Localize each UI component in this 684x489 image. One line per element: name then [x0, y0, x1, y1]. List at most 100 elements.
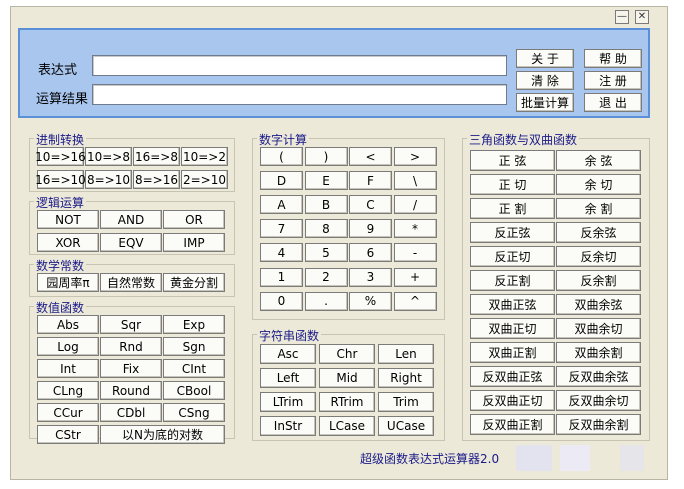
btn-2to10[interactable]: 2=>10: [181, 170, 228, 189]
btn-cstr[interactable]: CStr: [37, 425, 99, 444]
digit-button-10[interactable]: C: [349, 195, 392, 215]
btn-cbool[interactable]: CBool: [163, 381, 225, 400]
trig-button-20[interactable]: 反双曲正切: [470, 390, 555, 411]
trig-button-8[interactable]: 反正切: [470, 246, 555, 267]
digit-button-0[interactable]: (: [260, 147, 303, 166]
string-button-9[interactable]: InStr: [260, 416, 316, 436]
trig-button-23[interactable]: 反双曲余割: [556, 414, 641, 435]
digit-button-12[interactable]: 7: [260, 219, 303, 239]
digit-button-18[interactable]: 6: [349, 243, 392, 263]
help-button[interactable]: 帮 助: [584, 49, 642, 68]
trig-button-0[interactable]: 正 弦: [470, 150, 555, 171]
trig-button-4[interactable]: 正 割: [470, 198, 555, 219]
digit-button-14[interactable]: 9: [349, 219, 392, 239]
about-button[interactable]: 关 于: [516, 49, 574, 68]
digit-button-9[interactable]: B: [304, 195, 348, 215]
digit-button-8[interactable]: A: [260, 195, 303, 215]
btn-10to16[interactable]: 10=>16: [35, 147, 86, 166]
digit-button-1[interactable]: ): [304, 147, 348, 166]
string-button-5[interactable]: Right: [378, 368, 434, 388]
digit-button-6[interactable]: F: [349, 171, 392, 191]
trig-button-5[interactable]: 余 割: [556, 198, 641, 219]
btn-xor[interactable]: XOR: [37, 233, 99, 252]
btn-exp[interactable]: Exp: [163, 315, 225, 334]
trig-button-16[interactable]: 双曲正割: [470, 342, 555, 363]
string-button-3[interactable]: Left: [260, 368, 316, 388]
btn-or[interactable]: OR: [163, 210, 225, 229]
string-button-2[interactable]: Len: [378, 344, 434, 364]
digit-button-11[interactable]: /: [393, 195, 437, 215]
btn-int[interactable]: Int: [37, 359, 99, 378]
digit-button-21[interactable]: 2: [304, 267, 348, 287]
digit-button-20[interactable]: 1: [260, 267, 303, 287]
minimize-button[interactable]: —: [615, 10, 629, 24]
close-button[interactable]: ✕: [635, 10, 649, 24]
btn-10to8[interactable]: 10=>8: [85, 147, 132, 166]
digit-button-17[interactable]: 5: [304, 243, 348, 263]
btn-not[interactable]: NOT: [37, 210, 99, 229]
string-button-8[interactable]: Trim: [378, 392, 434, 412]
digit-button-15[interactable]: *: [393, 219, 437, 239]
btn-sqr[interactable]: Sqr: [100, 315, 162, 334]
btn-e[interactable]: 自然常数: [100, 273, 162, 292]
digit-button-24[interactable]: 0: [260, 291, 303, 311]
string-button-11[interactable]: UCase: [378, 416, 434, 436]
btn-golden[interactable]: 黄金分割: [163, 273, 225, 292]
trig-button-9[interactable]: 反余切: [556, 246, 641, 267]
btn-log[interactable]: Log: [37, 337, 99, 356]
string-button-7[interactable]: RTrim: [319, 392, 375, 412]
batch-calc-button[interactable]: 批量计算: [516, 93, 574, 112]
btn-log-base-n[interactable]: 以N为底的对数: [100, 425, 225, 444]
expression-input[interactable]: [92, 55, 507, 76]
trig-button-14[interactable]: 双曲正切: [470, 318, 555, 339]
digit-button-27[interactable]: ^: [393, 291, 437, 311]
btn-16to8[interactable]: 16=>8: [133, 147, 180, 166]
btn-and[interactable]: AND: [100, 210, 162, 229]
result-field[interactable]: [92, 84, 507, 105]
trig-button-7[interactable]: 反余弦: [556, 222, 641, 243]
trig-button-22[interactable]: 反双曲正割: [470, 414, 555, 435]
digit-button-16[interactable]: 4: [260, 243, 303, 263]
digit-button-23[interactable]: +: [393, 267, 437, 287]
digit-button-2[interactable]: <: [349, 147, 392, 166]
trig-button-3[interactable]: 余 切: [556, 174, 641, 195]
digit-button-3[interactable]: >: [393, 147, 437, 166]
trig-button-15[interactable]: 双曲余切: [556, 318, 641, 339]
btn-cint[interactable]: CInt: [163, 359, 225, 378]
string-button-6[interactable]: LTrim: [260, 392, 316, 412]
trig-button-21[interactable]: 反双曲余切: [556, 390, 641, 411]
trig-button-18[interactable]: 反双曲正弦: [470, 366, 555, 387]
btn-csng[interactable]: CSng: [163, 403, 225, 422]
btn-10to2[interactable]: 10=>2: [181, 147, 228, 166]
btn-abs[interactable]: Abs: [37, 315, 99, 334]
trig-button-2[interactable]: 正 切: [470, 174, 555, 195]
digit-button-7[interactable]: \: [393, 171, 437, 191]
digit-button-19[interactable]: -: [393, 243, 437, 263]
trig-button-13[interactable]: 双曲余弦: [556, 294, 641, 315]
register-button[interactable]: 注 册: [584, 71, 642, 90]
trig-button-12[interactable]: 双曲正弦: [470, 294, 555, 315]
trig-button-6[interactable]: 反正弦: [470, 222, 555, 243]
string-button-4[interactable]: Mid: [319, 368, 375, 388]
trig-button-10[interactable]: 反正割: [470, 270, 555, 291]
digit-button-5[interactable]: E: [304, 171, 348, 191]
trig-button-1[interactable]: 余 弦: [556, 150, 641, 171]
trig-button-19[interactable]: 反双曲余弦: [556, 366, 641, 387]
btn-clng[interactable]: CLng: [37, 381, 99, 400]
digit-button-25[interactable]: .: [304, 291, 348, 311]
btn-cdbl[interactable]: CDbl: [100, 403, 162, 422]
digit-button-22[interactable]: 3: [349, 267, 392, 287]
btn-eqv[interactable]: EQV: [100, 233, 162, 252]
string-button-10[interactable]: LCase: [319, 416, 375, 436]
trig-button-17[interactable]: 双曲余割: [556, 342, 641, 363]
digit-button-4[interactable]: D: [260, 171, 303, 191]
btn-round[interactable]: Round: [100, 381, 162, 400]
trig-button-11[interactable]: 反余割: [556, 270, 641, 291]
digit-button-13[interactable]: 8: [304, 219, 348, 239]
digit-button-26[interactable]: %: [349, 291, 392, 311]
btn-16to10[interactable]: 16=>10: [35, 170, 86, 189]
exit-button[interactable]: 退 出: [584, 93, 642, 112]
btn-ccur[interactable]: CCur: [37, 403, 99, 422]
btn-imp[interactable]: IMP: [163, 233, 225, 252]
btn-pi[interactable]: 园周率π: [37, 273, 99, 292]
